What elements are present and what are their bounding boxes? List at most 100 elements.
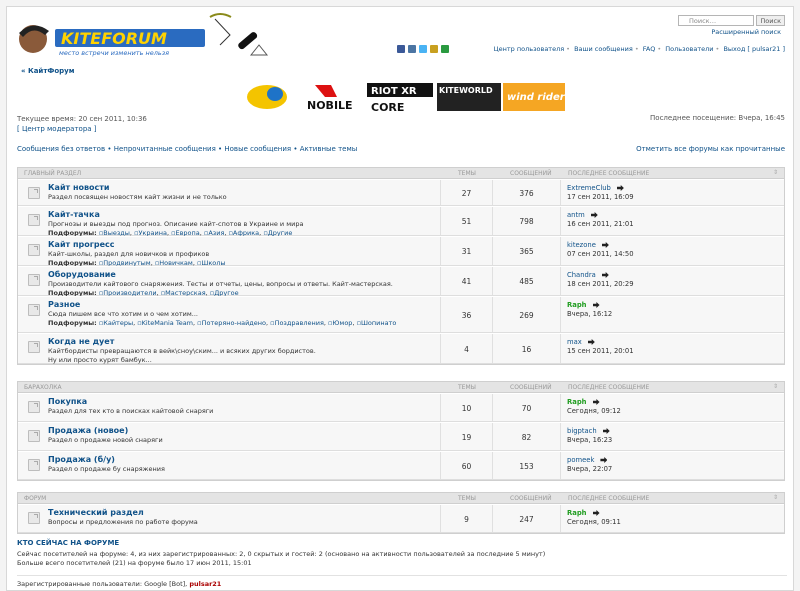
forum-description: Раздел для тех кто в поисках кайтовой сн… <box>48 406 214 415</box>
goto-last-post-icon[interactable] <box>592 510 600 516</box>
search-input[interactable]: Поиск… <box>678 15 755 26</box>
last-post-author[interactable]: Raph <box>567 398 587 406</box>
goto-last-post-icon[interactable] <box>601 242 609 248</box>
unanswered-link[interactable]: Сообщения без ответов <box>17 145 105 153</box>
col-posts: Сообщений <box>510 170 552 177</box>
topics-count: 27 <box>440 180 492 205</box>
svg-text:NOBILE: NOBILE <box>307 99 353 112</box>
nav-members[interactable]: Пользователи <box>665 45 713 53</box>
forum-description: Кайтбордисты превращаются в вейк\сноу\ск… <box>48 346 316 355</box>
unread-link[interactable]: Непрочитанные сообщения <box>114 145 216 153</box>
category-title[interactable]: Барахолка <box>24 384 62 391</box>
col-posts: Сообщений <box>510 384 552 391</box>
nav-logout[interactable]: Выход [ pulsar21 ] <box>723 45 785 53</box>
subforum-link[interactable]: ▫Юмор <box>328 319 352 327</box>
last-post-author[interactable]: Raph <box>567 509 587 517</box>
forum-read-icon <box>28 512 40 524</box>
last-post-date: Сегодня, 09:12 <box>567 407 621 415</box>
category-title[interactable]: Форум <box>24 495 46 502</box>
goto-last-post-icon[interactable] <box>592 399 600 405</box>
forum-description: Производители кайтового снаряжения. Тест… <box>48 279 393 288</box>
search-box: Поиск… Поиск <box>678 15 785 26</box>
last-post-author[interactable]: Raph <box>567 301 587 309</box>
breadcrumb-home[interactable]: КайтФорум <box>28 67 74 75</box>
topics-count: 19 <box>440 423 492 450</box>
forum-row: Когда не дует Кайтбордисты превращаются в… <box>18 333 784 364</box>
forum-row: Продажа (б/у) Раздел о продаже бу снаряже… <box>18 451 784 480</box>
who-title[interactable]: КТО СЕЙЧАС НА ФОРУМЕ <box>17 539 787 547</box>
twitter-icon[interactable] <box>419 45 427 53</box>
goto-last-post-icon[interactable] <box>587 339 595 345</box>
svg-text:KITEFORUM: KITEFORUM <box>61 29 167 48</box>
col-last-post: Последнее сообщение <box>568 170 650 177</box>
nav-ucp[interactable]: Центр пользователя <box>494 45 565 53</box>
forum-title-link[interactable]: Технический раздел <box>48 508 438 518</box>
advanced-search-link[interactable]: Расширенный поиск <box>711 28 781 36</box>
mark-all-read-link[interactable]: Отметить все форумы как прочитанные <box>636 145 785 153</box>
posts-count: 485 <box>492 267 560 295</box>
last-post-author[interactable]: ExtremeClub <box>567 184 611 192</box>
rss-icon[interactable] <box>441 45 449 53</box>
goto-last-post-icon[interactable] <box>590 212 598 218</box>
forum-category: Главный раздел Темы Сообщений Последнее соо… <box>17 167 785 365</box>
breadcrumb[interactable]: « КайтФорум <box>21 67 74 75</box>
forum-title-link[interactable]: Разное <box>48 300 438 310</box>
forum-title-link[interactable]: Когда не дует <box>48 337 438 347</box>
forum-title-link[interactable]: Покупка <box>48 397 438 407</box>
moderator-center-link[interactable]: [ Центр модератора ] <box>17 124 147 134</box>
subforum-link[interactable]: ▫Поздравления <box>270 319 324 327</box>
last-post-date: 17 сен 2011, 16:09 <box>567 193 634 201</box>
vk-icon[interactable] <box>408 45 416 53</box>
forum-title-link[interactable]: Кайт-тачка <box>48 210 438 220</box>
subforum-link[interactable]: ▫Кайтеры <box>99 319 133 327</box>
forum-row: Кайт-тачка Прогнозы и выезды под прогноз.… <box>18 206 784 237</box>
subforum-link[interactable]: ▫KiteMania Team <box>137 319 193 327</box>
last-post-author[interactable]: antm <box>567 211 585 219</box>
last-post-author[interactable]: pomeek <box>567 456 594 464</box>
posts-count: 376 <box>492 180 560 205</box>
facebook-icon[interactable] <box>397 45 405 53</box>
subforum-link[interactable]: ▫Шопинато <box>357 319 397 327</box>
last-post-author[interactable]: bigptach <box>567 427 597 435</box>
last-post-date: 07 сен 2011, 14:50 <box>567 250 634 258</box>
active-topics-link[interactable]: Активные темы <box>300 145 358 153</box>
forum-title-link[interactable]: Продажа (новое) <box>48 426 438 436</box>
forum-title-link[interactable]: Продажа (б/у) <box>48 455 438 465</box>
category-title[interactable]: Главный раздел <box>24 170 81 177</box>
forum-title-link[interactable]: Оборудование <box>48 270 438 280</box>
goto-last-post-icon[interactable] <box>592 302 600 308</box>
forum-title-link[interactable]: Кайт прогресс <box>48 240 438 250</box>
goto-last-post-icon[interactable] <box>600 457 608 463</box>
sponsor-banner[interactable]: NOBILE RIOT XR CORE KITEWORLD wind rider <box>241 81 567 115</box>
nav-faq[interactable]: FAQ <box>643 45 656 53</box>
forum-read-icon <box>28 187 40 199</box>
forum-description: Кайт-школы, раздел для новичков и профик… <box>48 249 210 258</box>
goto-last-post-icon[interactable] <box>616 185 624 191</box>
last-post-author[interactable]: max <box>567 338 582 346</box>
col-topics: Темы <box>458 495 476 502</box>
nav-messages[interactable]: Ваши сообщения <box>574 45 633 53</box>
forum-row: Продажа (новое) Раздел о продаже новой сн… <box>18 422 784 451</box>
forum-read-icon <box>28 214 40 226</box>
category-header: Форум Темы Сообщений Последнее сообщение ⇕ <box>18 493 784 504</box>
forum-title-link[interactable]: Кайт новости <box>48 183 438 193</box>
collapse-icon[interactable]: ⇕ <box>773 494 778 501</box>
search-button[interactable]: Поиск <box>756 15 785 26</box>
subforums: Подфорумы: ▫Кайтеры, ▫KiteMania Team, ▫П… <box>48 319 397 327</box>
subforum-link[interactable]: ▫Потеряно-найдено <box>197 319 266 327</box>
collapse-icon[interactable]: ⇕ <box>773 383 778 390</box>
users-icon[interactable] <box>430 45 438 53</box>
goto-last-post-icon[interactable] <box>601 272 609 278</box>
last-visit: Последнее посещение: Вчера, 16:45 <box>650 114 785 122</box>
new-posts-link[interactable]: Новые сообщения <box>224 145 291 153</box>
goto-last-post-icon[interactable] <box>602 428 610 434</box>
last-post-author[interactable]: Chandra <box>567 271 596 279</box>
last-post-author[interactable]: kitezone <box>567 241 596 249</box>
forum-row: Оборудование Производители кайтового снар… <box>18 266 784 297</box>
topics-count: 41 <box>440 267 492 295</box>
collapse-icon[interactable]: ⇕ <box>773 169 778 176</box>
category-header: Главный раздел Темы Сообщений Последнее соо… <box>18 168 784 179</box>
registered-user-link[interactable]: pulsar21 <box>189 580 221 588</box>
who-is-online: КТО СЕЙЧАС НА ФОРУМЕ Сейчас посетителей … <box>17 539 787 589</box>
site-logo[interactable]: KITEFORUM место встречи изменить нельзя <box>15 11 273 63</box>
